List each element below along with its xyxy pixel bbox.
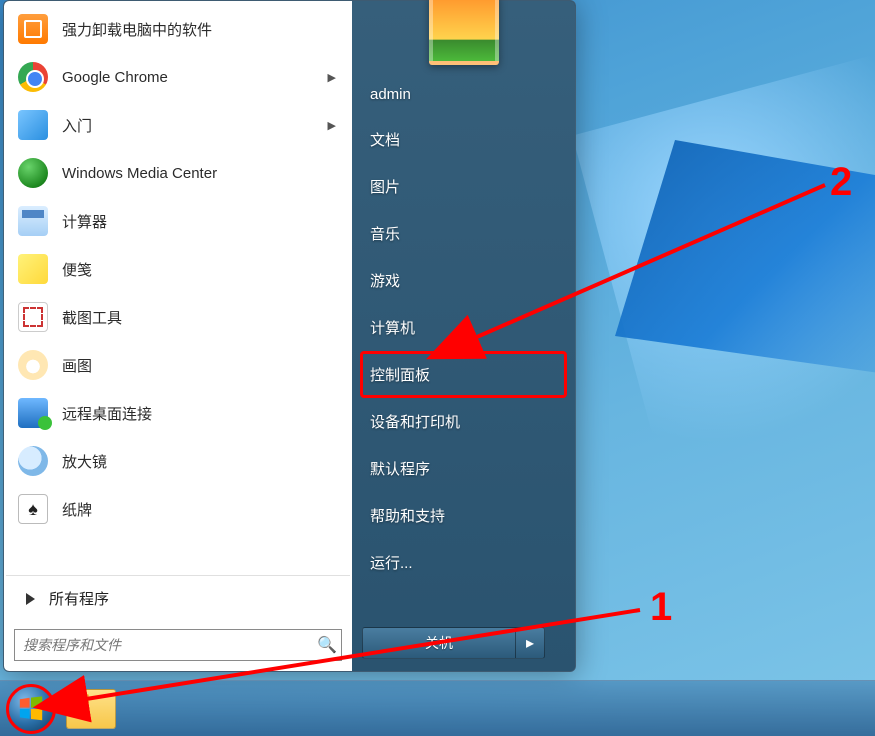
annotation-overlay [0,0,875,736]
